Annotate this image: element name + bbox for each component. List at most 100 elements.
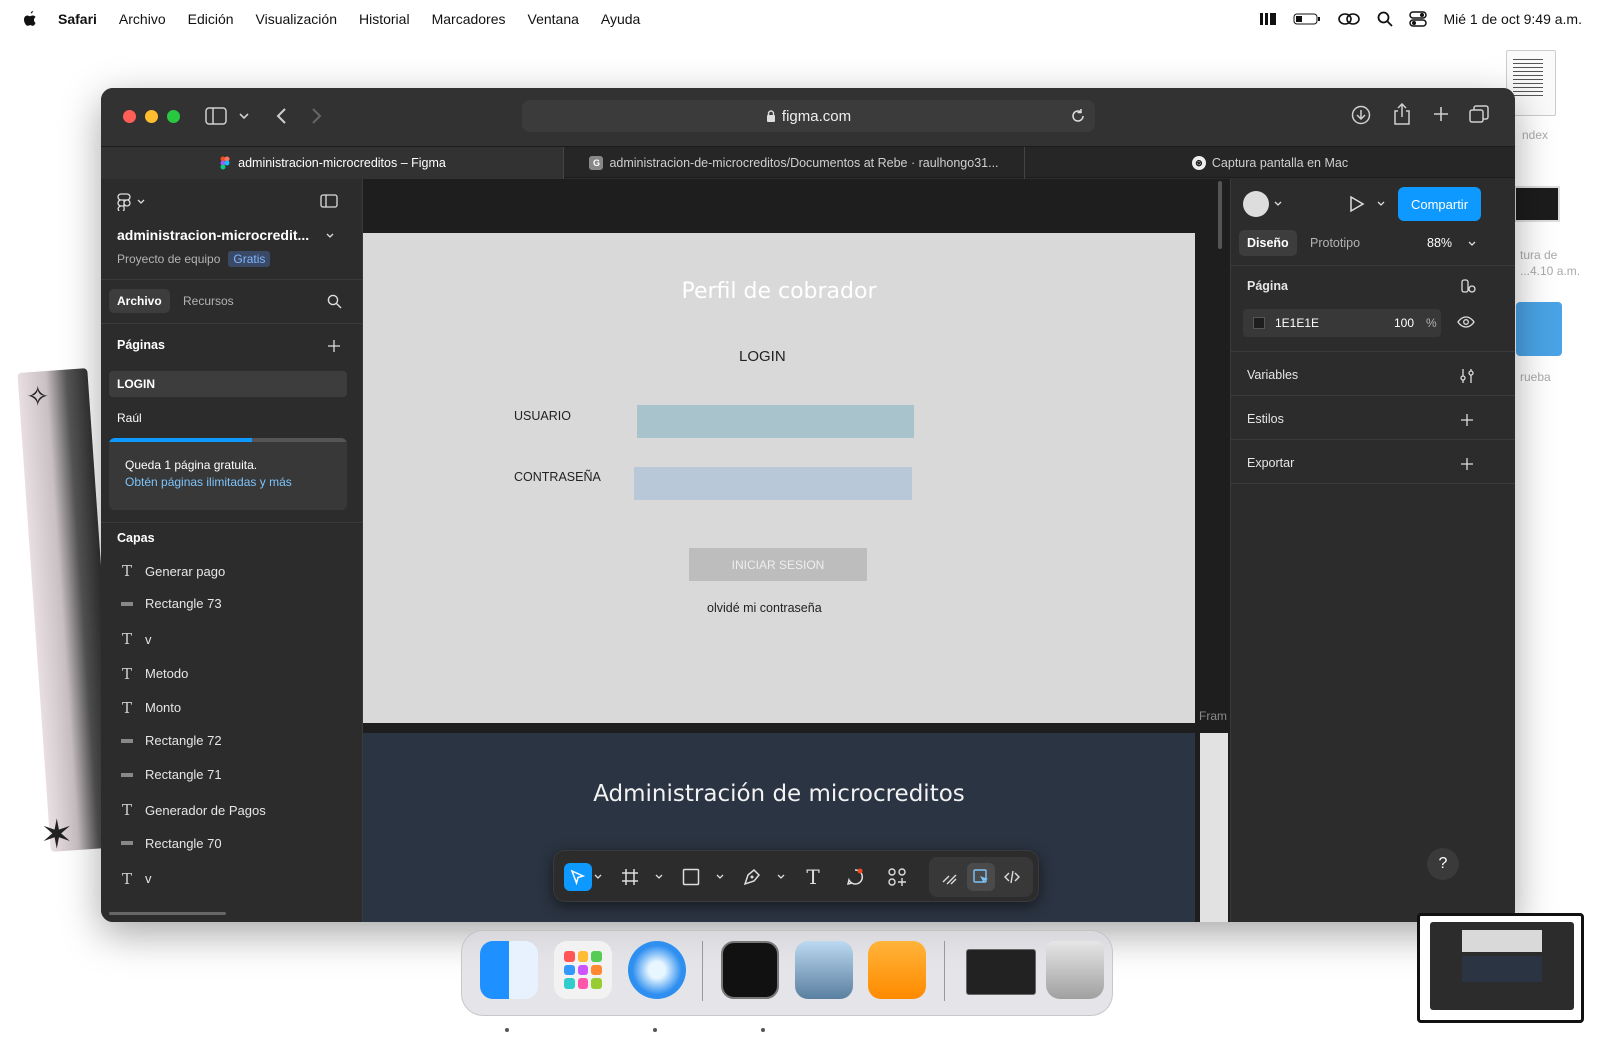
draw-mode-icon[interactable] — [936, 863, 964, 891]
scrollbar[interactable] — [109, 912, 226, 915]
menu-edicion[interactable]: Edición — [188, 11, 234, 27]
actions-tool-icon[interactable] — [883, 863, 911, 891]
upsell-link[interactable]: Obtén páginas ilimitadas y más — [125, 475, 292, 489]
launchpad-icon[interactable] — [554, 941, 612, 999]
menu-archivo[interactable]: Archivo — [119, 11, 166, 27]
tab-recursos[interactable]: Recursos — [183, 294, 234, 308]
opacity-value[interactable]: 100 — [1394, 316, 1414, 330]
address-bar[interactable]: figma.com — [522, 100, 1095, 132]
chevron-down-icon[interactable] — [716, 874, 724, 880]
forgot-password-link[interactable]: olvidé mi contraseña — [707, 601, 822, 615]
file-name[interactable]: administracion-microcredit... — [117, 227, 309, 243]
folder-icon[interactable] — [1516, 302, 1562, 356]
chevron-down-icon[interactable] — [239, 112, 249, 120]
plan-badge[interactable]: Gratis — [228, 251, 271, 267]
share-icon[interactable] — [1393, 103, 1411, 125]
recent-window-thumbnail[interactable] — [966, 949, 1036, 995]
menu-historial[interactable]: Historial — [359, 11, 410, 27]
move-tool-icon[interactable] — [564, 863, 592, 891]
tab-github[interactable]: G administracion-de-microcreditos/Docume… — [564, 147, 1025, 179]
add-page-icon[interactable] — [327, 339, 341, 353]
control-center-icon[interactable] — [1409, 11, 1428, 27]
main-menu-button[interactable] — [117, 193, 145, 211]
zoom-window-button[interactable] — [167, 110, 180, 123]
search-icon[interactable] — [327, 294, 342, 309]
clock[interactable]: Mié 1 de oct 9:49 a.m. — [1443, 11, 1582, 27]
tab-prototype[interactable]: Prototipo — [1310, 236, 1360, 250]
minimize-window-button[interactable] — [145, 110, 158, 123]
chevron-down-icon[interactable] — [655, 874, 663, 880]
chevron-down-icon[interactable] — [1468, 241, 1476, 247]
close-window-button[interactable] — [123, 110, 136, 123]
screenshot-thumbnail[interactable] — [1417, 913, 1584, 1023]
eye-icon[interactable] — [1457, 315, 1475, 329]
desktop-screenshot-icon[interactable] — [1514, 186, 1560, 222]
share-button[interactable]: Compartir — [1398, 187, 1481, 221]
layer-item[interactable]: T Generador de Pagos — [119, 801, 266, 819]
forward-icon[interactable] — [311, 107, 323, 125]
local-variables-icon[interactable] — [1461, 278, 1477, 294]
chevron-down-icon[interactable] — [1274, 201, 1282, 207]
tab-chatgpt[interactable]: ⊛ Captura pantalla en Mac — [1025, 147, 1515, 179]
text-tool-icon[interactable]: T — [799, 863, 827, 891]
layer-item[interactable]: T Generar pago — [119, 562, 225, 580]
tab-overview-icon[interactable] — [1469, 105, 1489, 123]
color-swatch[interactable] — [1253, 317, 1265, 329]
figma-canvas[interactable]: Perfil de cobrador LOGIN USUARIO CONTRAS… — [363, 179, 1230, 922]
user-input[interactable] — [637, 405, 914, 438]
layer-item[interactable]: T Metodo — [119, 665, 188, 683]
color-hex[interactable]: 1E1E1E — [1275, 316, 1319, 330]
page-color-field[interactable]: 1E1E1E 100 % — [1243, 309, 1441, 337]
panel-toggle-icon[interactable] — [320, 194, 338, 208]
chevron-down-icon[interactable] — [594, 874, 602, 880]
apple-icon[interactable] — [22, 10, 38, 28]
menu-visualizacion[interactable]: Visualización — [256, 11, 337, 27]
rectangle-tool-icon[interactable] — [677, 863, 705, 891]
dev-mode-icon[interactable] — [998, 863, 1026, 891]
menu-ventana[interactable]: Ventana — [528, 11, 579, 27]
project-name[interactable]: Proyecto de equipo — [117, 252, 220, 266]
layer-item[interactable]: Rectangle 73 — [119, 596, 222, 611]
adjust-icon[interactable] — [1459, 368, 1475, 384]
back-icon[interactable] — [275, 107, 287, 125]
preview-icon[interactable] — [795, 941, 853, 999]
layer-item[interactable]: Tv — [119, 870, 152, 888]
pages-icon[interactable] — [868, 941, 926, 999]
trash-icon[interactable] — [1046, 941, 1104, 999]
stage-manager-icon[interactable] — [1259, 11, 1277, 27]
layer-item[interactable]: Rectangle 70 — [119, 836, 222, 851]
zoom-level[interactable]: 88% — [1427, 236, 1452, 250]
pen-tool-icon[interactable] — [738, 863, 766, 891]
add-style-icon[interactable] — [1460, 413, 1474, 427]
login-button[interactable]: INICIAR SESION — [689, 548, 867, 581]
page-item-login[interactable]: LOGIN — [109, 371, 347, 397]
frame-tool-icon[interactable] — [616, 863, 644, 891]
comment-tool-icon[interactable] — [841, 863, 869, 891]
design-mode-icon[interactable] — [967, 863, 995, 891]
link-icon[interactable] — [1337, 12, 1361, 26]
finder-icon[interactable] — [480, 941, 538, 999]
tab-figma[interactable]: administracion-microcreditos – Figma — [101, 147, 564, 179]
menu-ayuda[interactable]: Ayuda — [601, 11, 640, 27]
password-input[interactable] — [634, 467, 912, 500]
adjacent-frame[interactable] — [1200, 733, 1228, 922]
layer-item[interactable]: Rectangle 72 — [119, 733, 222, 748]
tab-archivo[interactable]: Archivo — [109, 289, 170, 313]
layer-item[interactable]: Rectangle 71 — [119, 767, 222, 782]
chevron-down-icon[interactable] — [326, 233, 334, 239]
layer-item[interactable]: Tv — [119, 630, 152, 648]
help-button[interactable]: ? — [1427, 848, 1459, 880]
layer-item[interactable]: T Monto — [119, 699, 181, 717]
reload-icon[interactable] — [1071, 109, 1085, 123]
add-export-icon[interactable] — [1460, 457, 1474, 471]
terminal-icon[interactable] — [721, 941, 779, 999]
avatar[interactable] — [1243, 191, 1269, 217]
tab-design[interactable]: Diseño — [1239, 230, 1297, 256]
menu-marcadores[interactable]: Marcadores — [432, 11, 506, 27]
canvas-scrollbar[interactable] — [1218, 181, 1222, 249]
menu-app[interactable]: Safari — [58, 11, 97, 27]
play-icon[interactable] — [1349, 195, 1365, 213]
safari-icon[interactable] — [628, 941, 686, 999]
chevron-down-icon[interactable] — [777, 874, 785, 880]
chevron-down-icon[interactable] — [1377, 201, 1385, 207]
